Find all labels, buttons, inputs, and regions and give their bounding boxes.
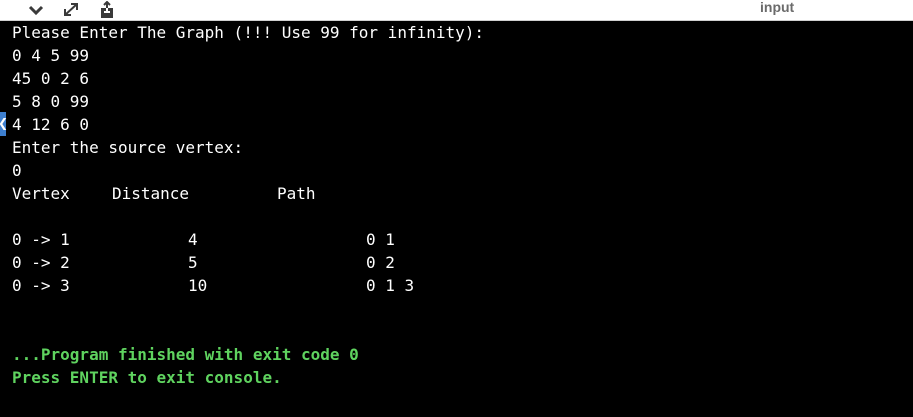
table-row: 0 -> 2 5 0 2: [12, 251, 907, 274]
expand-icon[interactable]: [60, 1, 82, 19]
vertex-cell: 0 -> 2: [12, 253, 70, 272]
distance-cell: 5: [188, 253, 198, 272]
vertex-cell: 0 -> 1: [12, 230, 70, 249]
input-tab[interactable]: input: [760, 0, 794, 15]
header-path: Path: [277, 184, 316, 203]
graph-prompt: Please Enter The Graph (!!! Use 99 for i…: [12, 23, 485, 42]
header-vertex: Vertex: [12, 184, 70, 203]
output-toolbar: input: [0, 0, 913, 21]
header-distance: Distance: [112, 184, 190, 203]
matrix-row: 4 12 6 0: [12, 115, 90, 134]
table-row: 0 -> 1 4 0 1: [12, 228, 907, 251]
console-output[interactable]: Please Enter The Graph (!!! Use 99 for i…: [12, 21, 907, 413]
vertex-cell: 0 -> 3: [12, 276, 70, 295]
source-input-value: 0: [12, 161, 22, 180]
path-cell: 0 1 3: [366, 276, 415, 295]
chevron-left-icon: ❮: [0, 115, 8, 131]
upload-icon[interactable]: [96, 1, 118, 19]
distance-cell: 10: [188, 276, 208, 295]
chevron-down-icon[interactable]: [26, 1, 48, 19]
press-enter-message: Press ENTER to exit console.: [12, 368, 282, 387]
path-cell: 0 2: [366, 253, 395, 272]
collapse-panel-tab[interactable]: ❮: [0, 112, 8, 136]
source-prompt: Enter the source vertex:: [12, 138, 244, 157]
matrix-row: 45 0 2 6: [12, 69, 90, 88]
path-cell: 0 1: [366, 230, 395, 249]
table-header-row: Vertex Distance Path: [12, 182, 907, 205]
distance-cell: 4: [188, 230, 198, 249]
table-row: 0 -> 3 10 0 1 3: [12, 274, 907, 297]
exit-code-message: ...Program finished with exit code 0: [12, 345, 359, 364]
matrix-row: 5 8 0 99: [12, 92, 90, 111]
matrix-row: 0 4 5 99: [12, 46, 90, 65]
